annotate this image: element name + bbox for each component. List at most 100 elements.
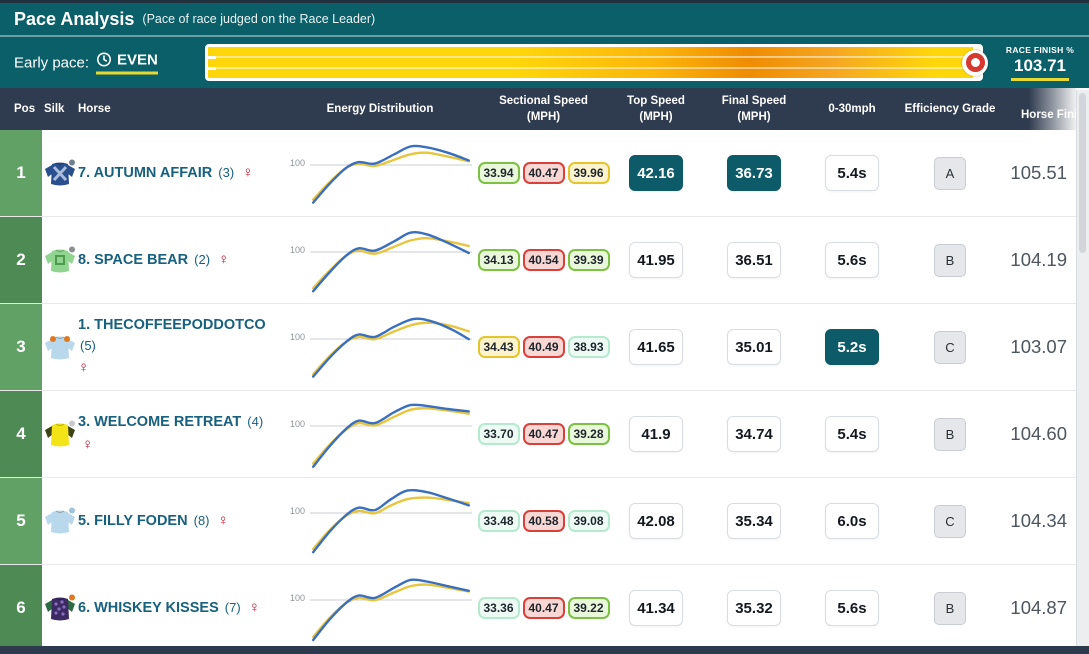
silk-cell	[42, 565, 78, 651]
bottom-bar	[0, 646, 1089, 654]
sectional-chip-early: 33.94	[478, 162, 520, 184]
sectional-chip-early: 33.48	[478, 510, 520, 532]
column-header-silk: Silk	[42, 101, 78, 117]
energy-sparkline	[310, 482, 472, 560]
sectional-chip-late: 39.96	[568, 162, 610, 184]
column-header-energy-distribution: Energy Distribution	[280, 101, 480, 117]
sectional-chip-late: 39.39	[568, 249, 610, 271]
horse-name-cell: 6. WHISKEY KISSES (7) ♀	[78, 565, 280, 651]
final-speed-cell: 36.73	[705, 130, 803, 216]
sectional-chip-mid: 40.54	[523, 249, 565, 271]
final-speed-cell: 34.74	[705, 391, 803, 477]
female-symbol: ♀	[218, 251, 229, 268]
table-row: 5 5. FILLY FODEN (8) ♀ 100 33.48 40.58 3…	[0, 478, 1077, 565]
horse-finish-value: 103.07	[1010, 336, 1067, 358]
horse-name-cell: 7. AUTUMN AFFAIR (3) ♀	[78, 130, 280, 216]
zero-to-thirty-value: 5.4s	[825, 416, 879, 452]
race-finish-label: RACE FINISH %	[999, 45, 1081, 55]
efficiency-grade-badge: C	[934, 331, 966, 364]
sectional-chip-early: 34.43	[478, 336, 520, 358]
horse-finish-cell: 104.34	[999, 478, 1077, 564]
top-speed-cell: 41.95	[607, 217, 705, 303]
top-speed-value: 41.95	[629, 242, 683, 278]
horse-draw-number: (4)	[247, 414, 263, 429]
female-symbol: ♀	[218, 512, 229, 529]
horse-draw-number: (3)	[218, 165, 234, 180]
horse-finish-value: 104.34	[1010, 510, 1067, 532]
female-symbol: ♀	[242, 164, 253, 181]
horse-draw-number: (8)	[194, 513, 210, 528]
scrollbar-thumb[interactable]	[1079, 93, 1086, 253]
early-pace-value: EVEN	[117, 51, 158, 68]
position-number: 1	[16, 163, 25, 183]
column-header-top-speed: Top Speed (MPH)	[607, 93, 705, 125]
efficiency-grade-badge: C	[934, 505, 966, 538]
sectional-chip-mid: 40.47	[523, 423, 565, 445]
top-speed-cell: 41.9	[607, 391, 705, 477]
energy-chart-cell: 100	[280, 565, 480, 651]
pace-bar-divider	[208, 67, 980, 69]
silk-cell	[42, 478, 78, 564]
horse-finish-value: 104.60	[1010, 423, 1067, 445]
top-speed-cell: 42.16	[607, 130, 705, 216]
final-speed-cell: 35.34	[705, 478, 803, 564]
pace-analysis-panel: Pace Analysis (Pace of race judged on th…	[0, 0, 1089, 654]
top-speed-value: 42.08	[629, 503, 683, 539]
horse-finish-cell: 104.60	[999, 391, 1077, 477]
energy-axis-label: 100	[290, 593, 305, 603]
silk-cell	[42, 304, 78, 390]
position-cell: 1	[0, 130, 42, 216]
zero-to-thirty-value: 5.2s	[825, 329, 879, 365]
pace-bar-divider	[208, 56, 980, 58]
horse-name-link[interactable]: 3. WELCOME RETREAT	[78, 414, 241, 430]
top-speed-value: 42.16	[629, 155, 683, 191]
table-row: 1 7. AUTUMN AFFAIR (3) ♀ 100 33.94 40.47…	[0, 130, 1077, 217]
position-cell: 4	[0, 391, 42, 477]
energy-sparkline	[310, 569, 472, 647]
horse-name-link[interactable]: 1. THECOFFEEPODDOTCO	[78, 317, 266, 333]
energy-chart-cell: 100	[280, 478, 480, 564]
table-row: 2 8. SPACE BEAR (2) ♀ 100 34.13 40.54 39…	[0, 217, 1077, 304]
efficiency-grade-badge: B	[934, 592, 966, 625]
position-number: 2	[16, 250, 25, 270]
sectional-chip-early: 33.70	[478, 423, 520, 445]
top-speed-value: 41.9	[629, 416, 683, 452]
final-speed-cell: 35.32	[705, 565, 803, 651]
energy-sparkline	[310, 395, 472, 473]
column-header-sectional-speed: Sectional Speed (MPH)	[480, 93, 607, 125]
jockey-silk-icon	[43, 158, 77, 188]
zero-to-thirty-value: 6.0s	[825, 503, 879, 539]
efficiency-grade-cell: B	[901, 565, 999, 651]
efficiency-grade-cell: B	[901, 391, 999, 477]
final-speed-value: 36.51	[727, 242, 781, 278]
sectional-chip-mid: 40.47	[523, 162, 565, 184]
horse-finish-cell: 105.51	[999, 130, 1077, 216]
horse-finish-value: 105.51	[1010, 162, 1067, 184]
vertical-scrollbar[interactable]	[1076, 90, 1089, 646]
horse-name-link[interactable]: 5. FILLY FODEN	[78, 513, 188, 529]
clock-icon	[96, 52, 112, 68]
jockey-silk-icon	[43, 593, 77, 623]
energy-axis-label: 100	[290, 419, 305, 429]
horse-name-link[interactable]: 8. SPACE BEAR	[78, 252, 188, 268]
efficiency-grade-badge: B	[934, 244, 966, 277]
horse-name-link[interactable]: 6. WHISKEY KISSES	[78, 600, 219, 616]
female-symbol: ♀	[249, 599, 260, 616]
jockey-silk-icon	[43, 332, 77, 362]
horse-name-cell: 3. WELCOME RETREAT (4) ♀	[78, 391, 280, 477]
column-header-0-30mph: 0-30mph	[803, 101, 901, 117]
efficiency-grade-badge: B	[934, 418, 966, 451]
silk-cell	[42, 391, 78, 477]
column-header-horse-finish: Horse Finish %	[999, 107, 1077, 130]
sectional-chip-late: 39.22	[568, 597, 610, 619]
horse-finish-value: 104.87	[1010, 597, 1067, 619]
page-subtitle: (Pace of race judged on the Race Leader)	[142, 12, 375, 26]
top-speed-cell: 41.34	[607, 565, 705, 651]
horse-name-link[interactable]: 7. AUTUMN AFFAIR	[78, 165, 212, 181]
sectional-speed-cell: 33.94 40.47 39.96	[480, 130, 607, 216]
silk-cell	[42, 130, 78, 216]
position-number: 6	[16, 598, 25, 618]
sectional-chip-mid: 40.47	[523, 597, 565, 619]
sectional-speed-cell: 34.43 40.49 38.93	[480, 304, 607, 390]
zero-to-thirty-cell: 5.2s	[803, 304, 901, 390]
